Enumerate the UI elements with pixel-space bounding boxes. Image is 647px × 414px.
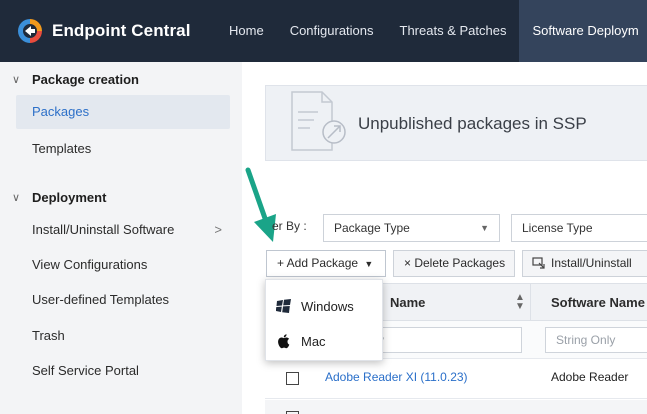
license-type-value: License Type [522,221,593,235]
nav-threats-patches[interactable]: Threats & Patches [387,0,520,62]
sidebar-item-trash[interactable]: Trash [0,319,242,353]
sidebar-item-self-service-portal[interactable]: Self Service Portal [0,354,242,388]
dropdown-item-mac[interactable]: Mac [276,331,326,351]
delete-packages-button[interactable]: × Delete Packages [393,250,515,277]
banner-text: Unpublished packages in SSP [358,114,587,133]
install-uninstall-label: Install/Uninstall [551,256,632,270]
chevron-down-icon: ∨ [12,192,21,204]
package-name-link[interactable]: Adobe Reader XI (11.0.23) [325,370,468,384]
section-title: Deployment [32,190,107,205]
dropdown-item-label: Windows [301,298,354,314]
sidebar-item-install-uninstall[interactable]: Install/Uninstall Software > [0,213,242,247]
top-nav: Home Configurations Threats & Patches So… [216,0,647,62]
filter-by-label: er By : [272,219,307,233]
install-uninstall-button[interactable]: Install/Uninstall [522,250,647,277]
endpoint-central-logo-icon [18,19,42,43]
package-type-select[interactable]: Package Type ▼ [323,214,500,242]
column-header-software-name[interactable]: Software Name [551,284,645,322]
top-bar: Endpoint Central Home Configurations Thr… [0,0,647,62]
nav-home[interactable]: Home [216,0,277,62]
add-package-dropdown: Windows Mac [265,279,383,361]
app-name: Endpoint Central [52,21,191,40]
table-row [265,400,647,414]
software-name-cell: Adobe Reader [551,370,629,384]
name-search-input[interactable]: y [367,327,522,353]
sidebar-item-packages[interactable]: Packages [16,95,230,129]
nav-configurations[interactable]: Configurations [277,0,387,62]
chevron-right-icon: > [214,222,222,237]
section-package-creation[interactable]: ∨ Package creation [12,72,139,87]
column-header-name[interactable]: Name [390,284,425,322]
install-icon [532,257,545,269]
annotation-arrow-icon [245,167,276,242]
add-package-label: + Add Package [277,256,359,270]
nav-software-deployment[interactable]: Software Deploym [519,0,647,62]
dropdown-item-label: Mac [301,333,326,349]
windows-icon [276,299,291,313]
section-title: Package creation [32,72,139,87]
sidebar-item-label: Install/Uninstall Software [32,222,175,237]
chevron-down-icon: ∨ [12,74,21,86]
unpublished-packages-banner[interactable]: Unpublished packages in SSP [265,85,647,161]
sidebar-item-user-defined-templates[interactable]: User-defined Templates [0,283,242,317]
document-icon [291,91,346,151]
row-checkbox[interactable] [286,372,299,385]
sort-icon[interactable]: ▲ ▼ [515,293,525,312]
apple-icon [278,334,290,349]
add-package-button[interactable]: + Add Package ▼ [266,250,386,277]
software-search-input[interactable]: String Only [545,327,647,353]
license-type-select[interactable]: License Type [511,214,647,242]
caret-down-icon: ▼ [480,223,489,233]
sidebar-item-templates[interactable]: Templates [0,132,242,166]
section-deployment[interactable]: ∨ Deployment [12,190,106,205]
dropdown-item-windows[interactable]: Windows [276,296,354,316]
caret-down-icon: ▼ [364,259,374,269]
sidebar: ∨ Package creation Packages Templates ∨ … [0,62,242,414]
brand[interactable]: Endpoint Central [16,17,191,45]
sidebar-item-view-configurations[interactable]: View Configurations [0,248,242,282]
package-type-value: Package Type [334,221,410,235]
